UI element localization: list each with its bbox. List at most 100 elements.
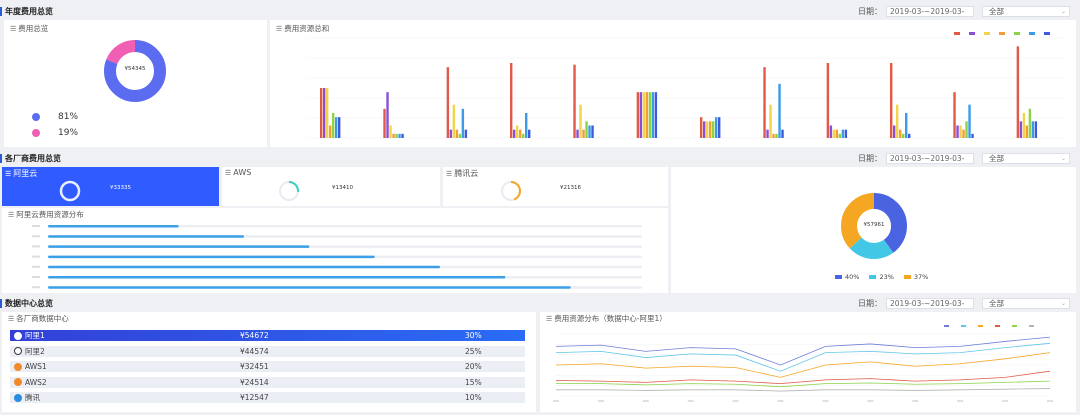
hbar-label-placeholder <box>32 225 40 227</box>
bar <box>902 133 905 138</box>
aws-icon <box>14 378 22 386</box>
date-range-input[interactable]: 2019-03-~2019-03- <box>886 6 974 17</box>
tencent-icon <box>14 393 22 402</box>
vendor-card-tencent[interactable]: ☰ 腾讯云 ¥21316 <box>443 167 668 206</box>
bar <box>700 117 703 138</box>
bar <box>778 83 781 138</box>
chevron-down-icon: ⌄ <box>1060 8 1066 15</box>
row-value: ¥54672 <box>240 331 269 340</box>
bar <box>766 129 769 138</box>
bar <box>326 88 329 138</box>
row-percent: 30% <box>465 331 482 340</box>
bar <box>519 129 522 138</box>
vendor-card-title-row: ☰ 腾讯云 <box>446 168 478 179</box>
legend-swatch <box>969 32 975 35</box>
dc-section-title: 数据中心总览 <box>0 298 53 308</box>
bar <box>383 108 386 138</box>
cost-donut-center-value: ¥54345 <box>124 66 146 72</box>
bar <box>775 133 778 138</box>
bar <box>826 63 830 138</box>
bar <box>398 133 401 138</box>
vendor-card-aws[interactable]: ☰ AWS ¥13410 <box>222 167 440 206</box>
bar <box>573 64 576 138</box>
vendor-card-name: 腾讯云 <box>454 169 479 178</box>
vendor-filter: 日期： 2019-03-~2019-03- 全部 ⌄ <box>858 153 1070 164</box>
vendor-select-value: 全部 <box>989 154 1004 163</box>
legend-swatch <box>995 325 1000 327</box>
row-percent: 10% <box>465 393 482 402</box>
legend-swatch <box>1012 325 1017 327</box>
bar <box>1022 113 1026 138</box>
table-row[interactable]: 腾讯 ¥12547 10% <box>10 392 525 403</box>
legend-swatch-icon <box>869 275 877 279</box>
bar <box>585 121 588 138</box>
hbar <box>48 286 571 289</box>
bar <box>838 133 842 138</box>
table-row[interactable]: 阿里2 ¥44574 25% <box>10 345 525 357</box>
bar <box>905 113 908 138</box>
bar <box>588 125 591 138</box>
legend-swatch <box>1014 32 1020 35</box>
menu-icon: ☰ <box>5 169 12 178</box>
vendor-ring <box>279 181 299 201</box>
bar <box>896 104 899 138</box>
legend-percent: 23% <box>879 273 894 281</box>
date-range-input[interactable]: 2019-03-~2019-03- <box>886 298 974 309</box>
vendor-select[interactable]: 全部 ⌄ <box>982 298 1070 309</box>
bar <box>513 129 516 138</box>
legend-swatch <box>954 32 960 35</box>
dc-filter: 日期： 2019-03-~2019-03- 全部 ⌄ <box>858 298 1070 309</box>
x-tick <box>553 400 559 402</box>
resource-bar-chart <box>306 32 1066 139</box>
bar <box>528 129 531 138</box>
hbar <box>48 265 441 269</box>
bar <box>835 129 839 138</box>
bar <box>1031 121 1035 138</box>
vendor-card-aliyun[interactable]: ☰ 阿里云 ¥33335 <box>2 167 219 206</box>
bar <box>332 113 335 138</box>
bar <box>461 108 465 138</box>
aws-icon <box>14 362 22 371</box>
x-tick <box>867 400 874 402</box>
series-line <box>555 370 1051 385</box>
bar <box>718 117 721 138</box>
table-row[interactable]: AWS1 ¥32451 20% <box>10 361 525 372</box>
bar <box>899 129 902 138</box>
x-tick <box>957 400 964 402</box>
vendor-select[interactable]: 全部 ⌄ <box>982 6 1070 17</box>
bar <box>971 133 974 138</box>
bar <box>323 88 326 138</box>
legend-swatch <box>978 325 983 327</box>
x-tick <box>642 400 649 402</box>
legend-swatch <box>1029 325 1034 327</box>
table-row[interactable]: 阿里1 ¥54672 30% <box>10 330 525 341</box>
hbar <box>48 276 506 279</box>
vendor-select[interactable]: 全部 ⌄ <box>982 153 1070 164</box>
bar <box>651 92 655 138</box>
aliyun-hbar-chart <box>32 225 642 289</box>
bar <box>516 125 519 138</box>
row-value: ¥24514 <box>240 377 269 387</box>
row-name: 腾讯 <box>10 392 240 403</box>
cost-total-panel: ☰ 费用总览 ¥54345 81% 19% <box>4 20 267 147</box>
date-range-input[interactable]: 2019-03-~2019-03- <box>886 153 974 164</box>
dc-section-header: 数据中心总览 <box>0 296 53 310</box>
hbar-label-placeholder <box>32 255 40 258</box>
hbar-label-placeholder <box>32 276 40 278</box>
x-tick <box>822 400 829 402</box>
hbar <box>48 235 245 238</box>
bar <box>1028 108 1032 138</box>
legend-percent: 37% <box>913 273 929 281</box>
annual-section-header: 年度费用总览 <box>0 4 53 18</box>
x-tick <box>732 400 739 402</box>
row-name: AWS2 <box>10 378 240 387</box>
vendor-donut-legend: 40% 23% 37% <box>835 273 928 281</box>
bar <box>329 125 332 138</box>
table-row[interactable]: AWS2 ¥24514 15% <box>10 376 525 388</box>
bar <box>576 129 579 138</box>
bar <box>956 125 959 138</box>
x-tick <box>687 400 694 402</box>
bar <box>335 117 338 138</box>
vendor-card-name: 阿里云 <box>13 169 38 178</box>
bar <box>968 104 971 138</box>
